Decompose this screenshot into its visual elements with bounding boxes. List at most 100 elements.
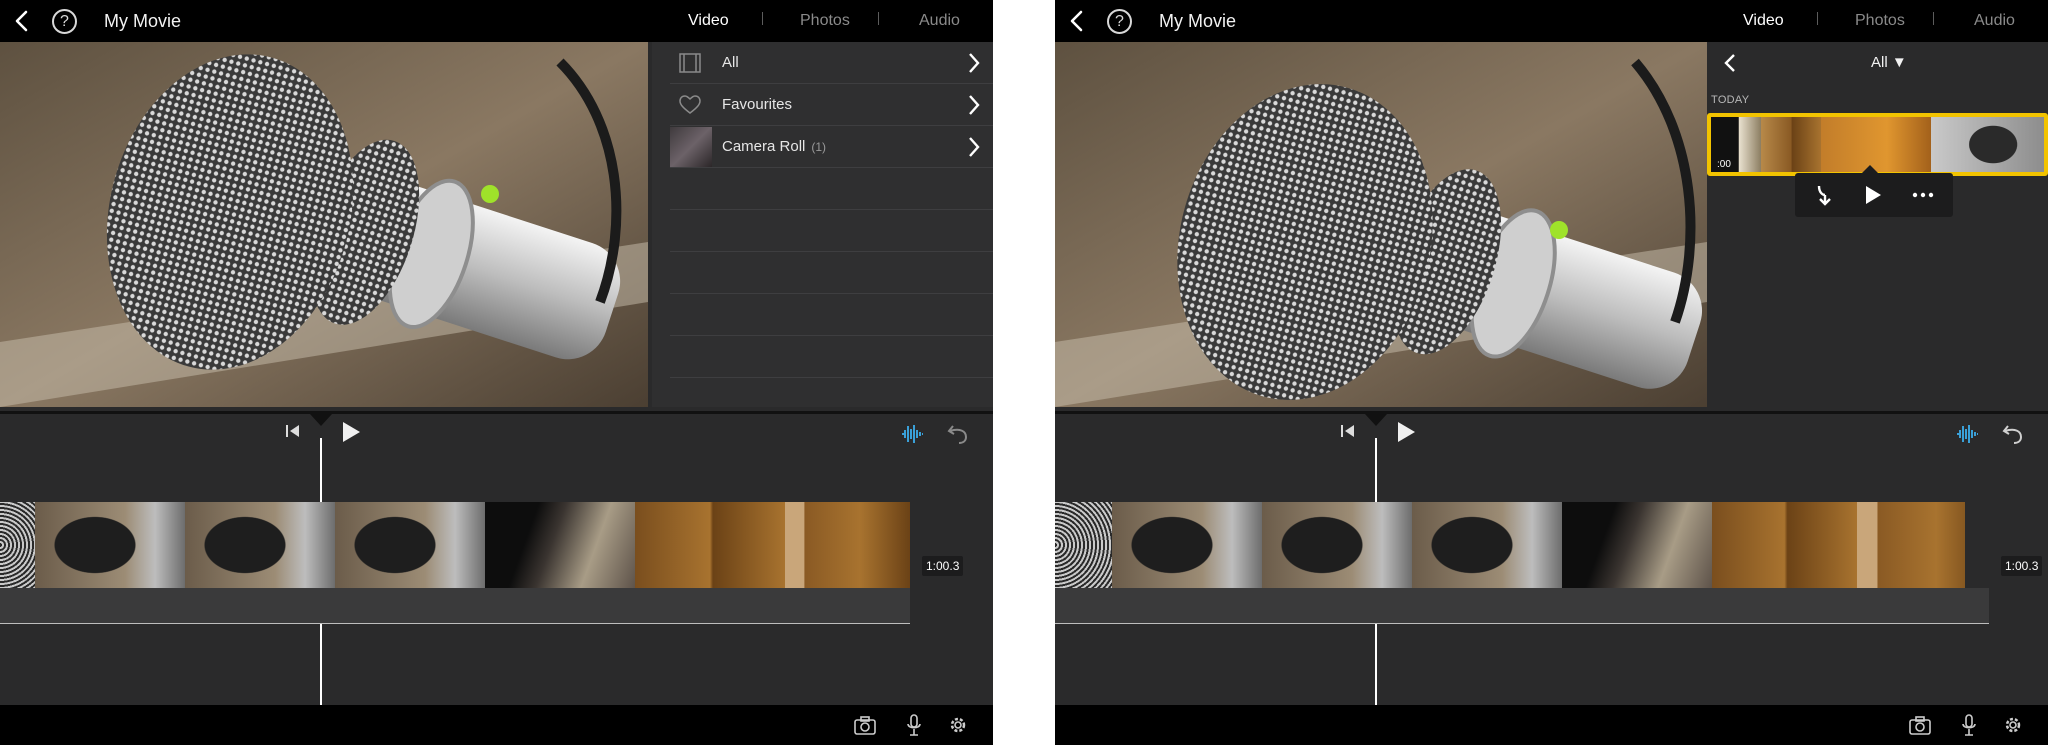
clip-frame — [0, 502, 35, 588]
album-label: Camera Roll (1) — [722, 138, 826, 155]
triangle-down-icon: ▼ — [1891, 54, 1907, 71]
camera-icon[interactable] — [853, 714, 877, 736]
tab-audio[interactable]: Audio — [919, 12, 960, 30]
clip-frame — [1412, 502, 1562, 588]
tab-divider — [878, 12, 879, 25]
play-icon[interactable] — [340, 420, 362, 444]
chevron-right-icon — [969, 137, 980, 157]
clip-frame — [1055, 502, 1112, 588]
filter-label: All — [1871, 54, 1888, 71]
tab-photos[interactable]: Photos — [1855, 12, 1905, 30]
screenshot: ? My Movie Video Photos Audio All Favour… — [0, 0, 2048, 745]
imovie-panel-clips: ? My Movie Video Photos Audio All ▼ TODA… — [1055, 0, 2048, 745]
play-icon[interactable] — [1861, 183, 1885, 207]
tab-video[interactable]: Video — [1743, 12, 1784, 30]
back-chevron-icon[interactable] — [10, 8, 36, 34]
clip-action-bar — [1795, 165, 1953, 217]
timeline[interactable]: 1:00.3 — [1055, 411, 2048, 708]
album-label: Favourites — [722, 96, 793, 113]
album-label: All — [722, 54, 739, 71]
playhead-marker[interactable] — [1365, 414, 1387, 426]
imovie-panel-albums: ? My Movie Video Photos Audio All Favour… — [0, 0, 993, 745]
album-list: All Favourites Camera Roll (1) — [670, 42, 993, 378]
filter-dropdown[interactable]: All ▼ — [1871, 54, 1907, 71]
microphone-preview-image — [0, 42, 648, 407]
project-title: My Movie — [1159, 11, 1237, 31]
tab-divider — [1933, 12, 1934, 25]
album-row-favourites[interactable]: Favourites — [670, 84, 993, 126]
clip-frame — [335, 502, 485, 588]
microphone-preview-image — [1055, 42, 1707, 407]
album-label-text: Camera Roll — [722, 138, 806, 155]
media-browser: All Favourites Camera Roll (1) — [652, 42, 993, 407]
camera-roll-thumbnail — [670, 127, 712, 167]
help-button[interactable]: ? — [1107, 9, 1132, 34]
tab-divider — [1817, 12, 1818, 25]
clip-frame — [1857, 502, 1965, 588]
video-viewer[interactable] — [1055, 42, 1707, 407]
clip-frame — [35, 502, 185, 588]
tab-photos[interactable]: Photos — [800, 12, 850, 30]
project-duration: 1:00.3 — [2001, 556, 2043, 576]
bottom-bar — [0, 705, 993, 745]
empty-row — [670, 168, 993, 210]
microphone-icon[interactable] — [1957, 714, 1981, 736]
video-filmstrip[interactable] — [0, 502, 910, 588]
back-chevron-icon[interactable] — [1065, 8, 1091, 34]
empty-row — [670, 210, 993, 252]
empty-row — [670, 294, 993, 336]
undo-icon[interactable] — [946, 422, 970, 446]
add-to-project-icon[interactable] — [1811, 183, 1835, 207]
help-button[interactable]: ? — [52, 9, 77, 34]
clip-frame — [1112, 502, 1262, 588]
chevron-right-icon — [969, 53, 980, 73]
clip-frame — [185, 502, 335, 588]
album-count: (1) — [811, 140, 827, 154]
clip-frame — [1262, 502, 1412, 588]
undo-icon[interactable] — [2001, 422, 2025, 446]
skip-to-start-icon[interactable] — [284, 422, 302, 440]
chevron-right-icon — [969, 95, 980, 115]
browser-header: All ▼ — [1707, 42, 2048, 84]
empty-row — [670, 336, 993, 378]
audio-waveform-icon[interactable] — [900, 424, 924, 444]
audio-waveform-icon[interactable] — [1955, 424, 1979, 444]
timeline[interactable]: 1:00.3 — [0, 411, 993, 708]
clip-frame — [1931, 117, 2044, 172]
clip-frame — [485, 502, 635, 588]
back-chevron-icon[interactable] — [1723, 53, 1737, 73]
gear-icon[interactable] — [946, 714, 970, 736]
section-header: TODAY — [1711, 94, 1750, 106]
video-viewer[interactable] — [0, 42, 648, 407]
gear-icon[interactable] — [2001, 714, 2025, 736]
playhead-marker[interactable] — [310, 414, 332, 426]
project-title: My Movie — [104, 11, 182, 31]
microphone-icon[interactable] — [902, 714, 926, 736]
tab-audio[interactable]: Audio — [1974, 12, 2015, 30]
top-bar: ? My Movie Video Photos Audio — [0, 0, 993, 42]
clip-frame — [1712, 502, 1857, 588]
audio-track[interactable] — [1055, 588, 1989, 624]
media-browser: All ▼ TODAY :00 — [1707, 42, 2048, 407]
tab-divider — [762, 12, 763, 25]
clip-frame — [1821, 117, 1931, 172]
film-icon — [679, 53, 701, 73]
camera-icon[interactable] — [1908, 714, 1932, 736]
audio-track[interactable] — [0, 588, 910, 624]
empty-row — [670, 252, 993, 294]
skip-to-start-icon[interactable] — [1339, 422, 1357, 440]
project-duration: 1:00.3 — [922, 556, 964, 576]
play-icon[interactable] — [1395, 420, 1417, 444]
album-row-camera-roll[interactable]: Camera Roll (1) — [670, 126, 993, 168]
clip-frame — [635, 502, 785, 588]
clip-frame — [1761, 117, 1821, 172]
tab-video[interactable]: Video — [688, 12, 729, 30]
clip-duration: :00 — [1717, 159, 1731, 170]
bottom-bar — [1055, 705, 2048, 745]
album-row-all[interactable]: All — [670, 42, 993, 84]
video-filmstrip[interactable] — [1055, 502, 1965, 588]
more-icon[interactable] — [1911, 183, 1935, 207]
clip-frame — [1562, 502, 1712, 588]
top-bar: ? My Movie Video Photos Audio — [1055, 0, 2048, 42]
heart-icon — [679, 95, 701, 114]
